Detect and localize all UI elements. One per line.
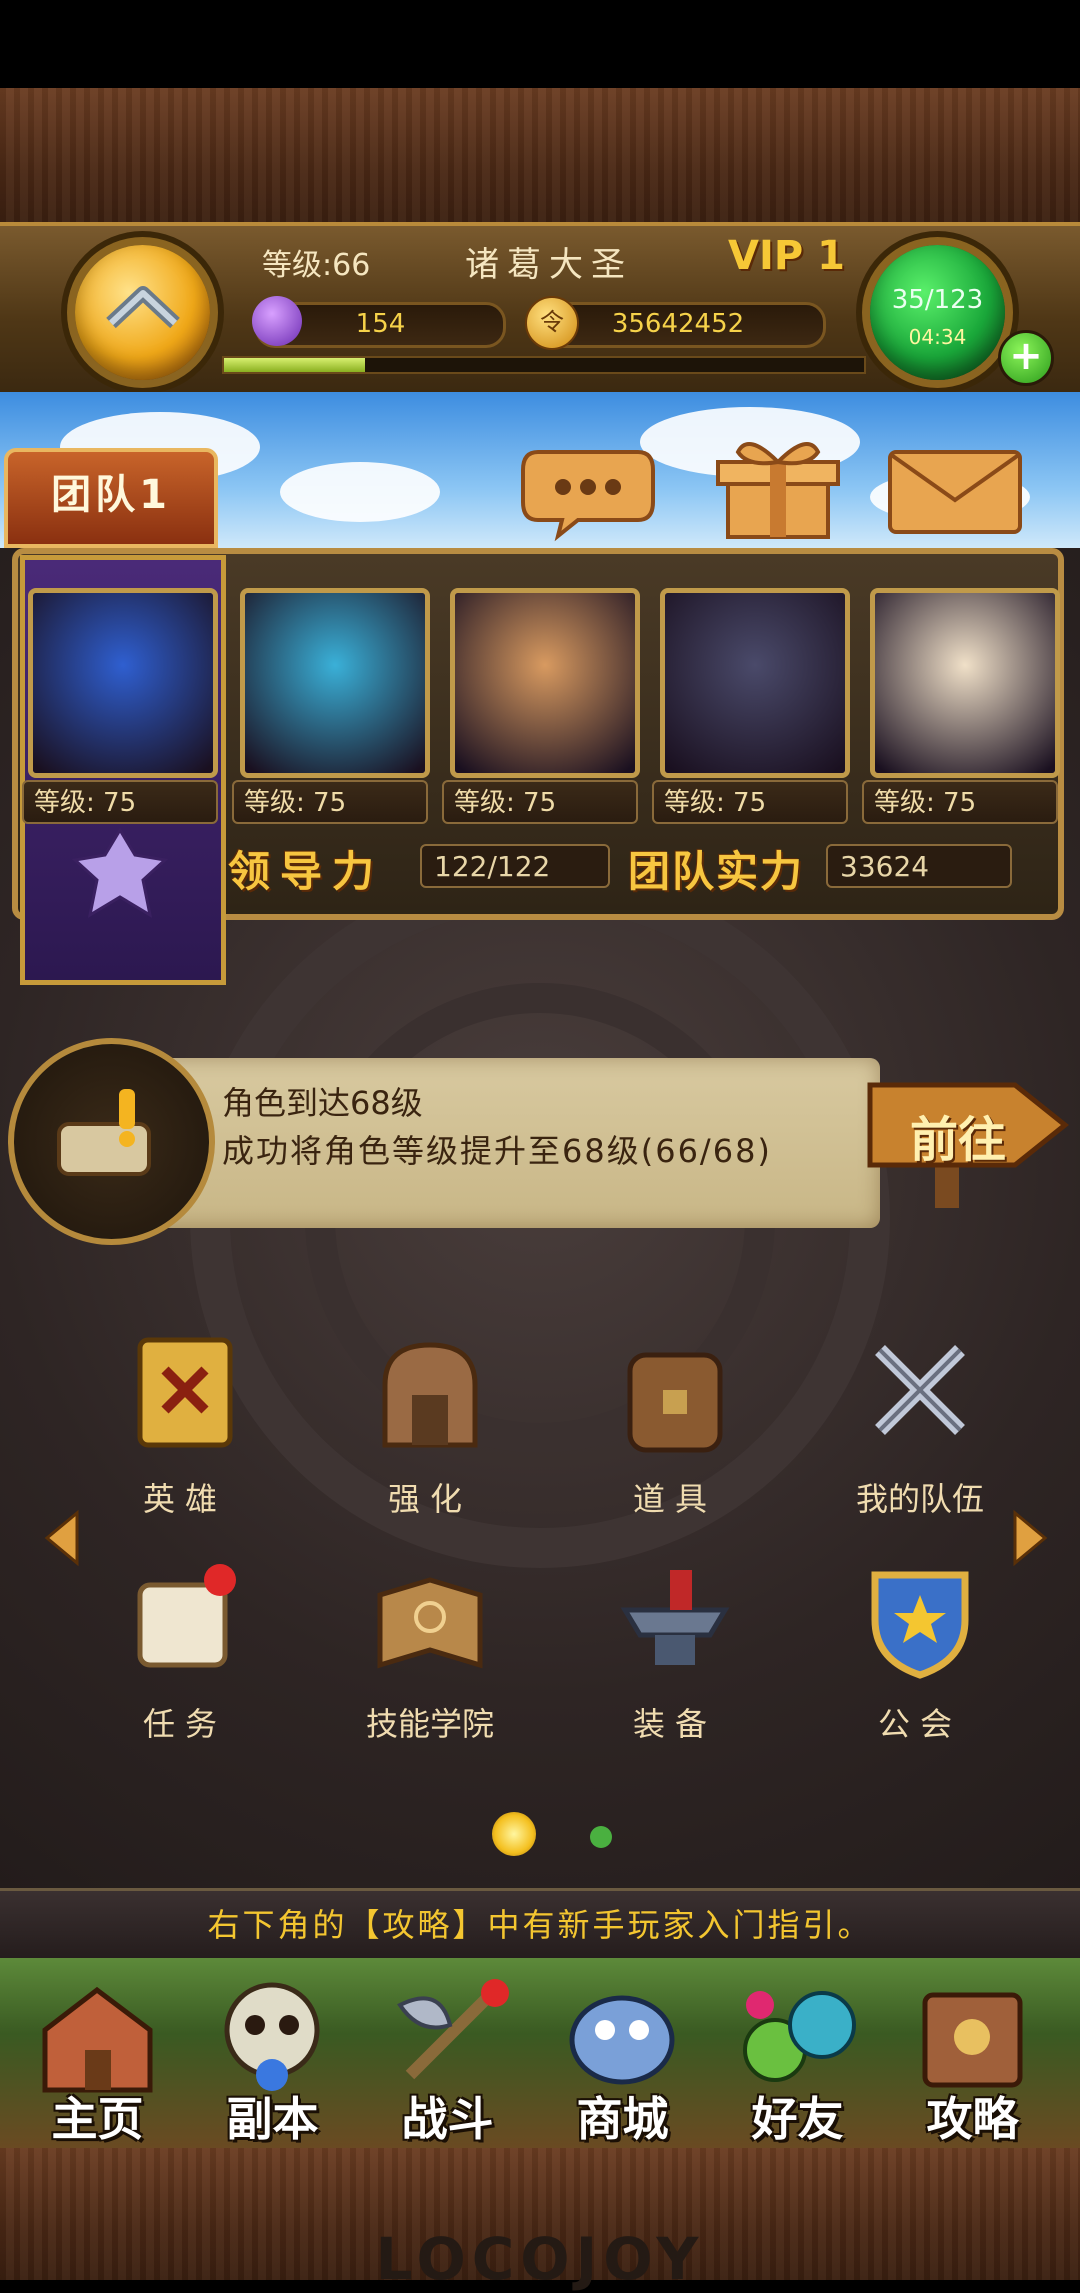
gift-icon[interactable] bbox=[708, 432, 848, 542]
skull-icon bbox=[224, 1982, 320, 2091]
gem-icon bbox=[252, 296, 302, 346]
menu-label: 英雄 bbox=[142, 1480, 227, 1518]
publisher-logo: LOCOJOY bbox=[375, 2225, 705, 2293]
team-tab[interactable]: 团队1 bbox=[4, 448, 218, 548]
menu-equipment[interactable]: 装备 bbox=[590, 1555, 760, 1745]
scroll-exclamation-icon bbox=[57, 1089, 151, 1176]
quest-title: 角色到达68级 bbox=[222, 1084, 423, 1122]
hero-level-3: 等级: 75 bbox=[442, 780, 638, 824]
menu-my-team[interactable]: 我的队伍 bbox=[835, 1330, 1005, 1520]
player-level: 等级:66 bbox=[262, 248, 371, 283]
menu-label: 强化 bbox=[387, 1480, 472, 1518]
leadership-label: 领导力 bbox=[228, 847, 385, 896]
menu-label: 技能学院 bbox=[365, 1705, 494, 1743]
go-button[interactable]: 前往 bbox=[865, 1060, 1070, 1210]
menu-label: 道具 bbox=[632, 1480, 717, 1518]
menu-label: 我的队伍 bbox=[855, 1480, 984, 1518]
menu-skill-academy[interactable]: 技能学院 bbox=[345, 1555, 515, 1745]
team-power-value: 33624 bbox=[826, 844, 1012, 888]
nav-label: 好友 bbox=[751, 2092, 844, 2146]
hero-portrait-5[interactable] bbox=[870, 588, 1060, 778]
chat-bubble-icon[interactable] bbox=[518, 432, 658, 542]
add-energy-button[interactable]: + bbox=[998, 330, 1054, 386]
menu-label: 装备 bbox=[632, 1705, 717, 1743]
chevron-left-icon[interactable] bbox=[42, 1508, 82, 1568]
player-name: 诸葛大圣 bbox=[465, 245, 633, 285]
nav-battle[interactable]: 战斗 bbox=[360, 1965, 535, 2146]
page-dot[interactable] bbox=[590, 1826, 612, 1848]
nav-guide[interactable]: 攻略 bbox=[885, 1965, 1060, 2146]
hero-portrait-art bbox=[455, 593, 635, 773]
hero-portrait-art bbox=[665, 593, 845, 773]
guide-book-icon bbox=[922, 1992, 1023, 2088]
shield-crest-icon bbox=[871, 1571, 969, 1679]
menu-quests[interactable]: 任务 bbox=[100, 1555, 270, 1745]
menu-label: 任务 bbox=[142, 1705, 227, 1743]
nav-label: 副本 bbox=[226, 2092, 319, 2146]
spellbook-icon bbox=[377, 1577, 483, 1669]
hero-level-1: 等级: 75 bbox=[22, 780, 218, 824]
nav-label: 主页 bbox=[51, 2092, 144, 2146]
hero-portrait-1[interactable] bbox=[28, 588, 218, 778]
anvil-icon bbox=[620, 1570, 730, 1665]
hero-level-4: 等级: 75 bbox=[652, 780, 848, 824]
energy-orb: 35/123 04:34 bbox=[870, 245, 1005, 380]
mail-icon[interactable] bbox=[885, 432, 1025, 542]
go-label: 前往 bbox=[910, 1112, 1007, 1168]
leadership-value: 122/122 bbox=[420, 844, 610, 888]
hero-portrait-3[interactable] bbox=[450, 588, 640, 778]
hero-portrait-art bbox=[245, 593, 425, 773]
shop-monster-icon bbox=[569, 1995, 675, 2085]
gold-coin-icon: 令 bbox=[525, 296, 579, 350]
exp-bar bbox=[222, 356, 866, 374]
tip-text: 右下角的【攻略】中有新手玩家入门指引。 bbox=[207, 1906, 873, 1944]
menu-label: 公会 bbox=[877, 1705, 962, 1743]
hero-level-2: 等级: 75 bbox=[232, 780, 428, 824]
nav-home[interactable]: 主页 bbox=[10, 1965, 185, 2146]
nav-label: 战斗 bbox=[401, 2092, 494, 2146]
team-power-label: 团队实力 bbox=[628, 847, 805, 896]
nav-dungeon[interactable]: 副本 bbox=[185, 1965, 360, 2146]
exp-bar-fill bbox=[224, 358, 365, 372]
menu-enhance[interactable]: 强化 bbox=[345, 1330, 515, 1520]
hero-portrait-art bbox=[33, 593, 213, 773]
hero-portrait-art bbox=[875, 593, 1055, 773]
page-dot-active[interactable] bbox=[492, 1812, 536, 1856]
hero-level-5: 等级: 75 bbox=[862, 780, 1058, 824]
crossed-swords-icon bbox=[875, 1345, 965, 1435]
friends-icon bbox=[743, 1991, 856, 2082]
nav-label: 商城 bbox=[576, 2092, 669, 2146]
vip-badge[interactable]: VIP 1 bbox=[728, 233, 845, 279]
hero-portrait-2[interactable] bbox=[240, 588, 430, 778]
nav-label: 攻略 bbox=[926, 2092, 1019, 2146]
house-icon bbox=[42, 1986, 153, 2093]
quest-description: 成功将角色等级提升至68级(66/68) bbox=[222, 1132, 772, 1170]
menu-items[interactable]: 道具 bbox=[590, 1330, 760, 1520]
battle-axe-icon bbox=[397, 1979, 509, 2080]
energy-timer: 04:34 bbox=[908, 325, 967, 349]
collapse-orb-button[interactable] bbox=[75, 245, 210, 380]
backpack-icon bbox=[627, 1352, 723, 1453]
top-wood-band bbox=[0, 88, 1080, 228]
menu-hero[interactable]: 英雄 bbox=[100, 1330, 270, 1520]
menu-guild[interactable]: 公会 bbox=[835, 1555, 1005, 1745]
nav-friends[interactable]: 好友 bbox=[710, 1965, 885, 2146]
hero-card-icon bbox=[137, 1337, 233, 1448]
team-emblem-icon bbox=[71, 827, 169, 919]
nav-shop[interactable]: 商城 bbox=[535, 1965, 710, 2146]
scroll-icon bbox=[137, 1564, 236, 1668]
hero-portrait-4[interactable] bbox=[660, 588, 850, 778]
forge-icon bbox=[382, 1342, 478, 1448]
chevron-up-icon bbox=[106, 286, 180, 329]
quest-icon bbox=[8, 1038, 215, 1245]
chevron-right-icon[interactable] bbox=[1010, 1508, 1050, 1568]
quest-scroll[interactable]: 角色到达68级 成功将角色等级提升至68级(66/68) bbox=[140, 1058, 880, 1228]
energy-count: 35/123 bbox=[891, 285, 984, 315]
